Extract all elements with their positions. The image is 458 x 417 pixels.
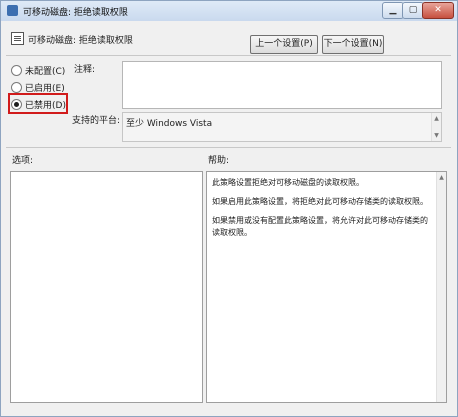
maximize-button[interactable]: ▢ xyxy=(402,2,424,19)
help-paragraph: 如果启用此策略设置，将拒绝对此可移动存储类的读取权限。 xyxy=(212,197,428,206)
separator xyxy=(6,147,451,148)
scroll-up-icon[interactable]: ▲ xyxy=(438,174,445,181)
previous-setting-button[interactable]: 上一个设置(P) xyxy=(250,35,318,54)
settings-page-icon xyxy=(11,32,24,45)
setting-title: 可移动磁盘: 拒绝读取权限 xyxy=(28,36,133,46)
platform-scrollbar[interactable]: ▲ ▼ xyxy=(431,113,441,141)
help-panel: 此策略设置拒绝对可移动磁盘的读取权限。 如果启用此策略设置，将拒绝对此可移动存储… xyxy=(206,171,447,403)
scroll-up-icon[interactable]: ▲ xyxy=(433,115,440,122)
platform-field: 至少 Windows Vista ▲ ▼ xyxy=(122,112,442,142)
window-title: 可移动磁盘: 拒绝读取权限 xyxy=(23,8,128,18)
radio-button[interactable] xyxy=(11,82,22,93)
close-button[interactable]: ✕ xyxy=(422,2,454,19)
comment-label: 注释: xyxy=(74,65,96,75)
options-label: 选项: xyxy=(12,156,34,166)
minimize-button[interactable]: ▁ xyxy=(382,2,404,19)
policy-dialog-window: 可移动磁盘: 拒绝读取权限 ▁ ▢ ✕ 可移动磁盘: 拒绝读取权限 上一个设置(… xyxy=(0,0,458,417)
highlight-annotation xyxy=(8,93,68,114)
policy-icon xyxy=(7,5,18,16)
help-paragraph: 此策略设置拒绝对可移动磁盘的读取权限。 xyxy=(212,178,364,187)
platform-label: 支持的平台: xyxy=(72,116,121,126)
title-bar[interactable]: 可移动磁盘: 拒绝读取权限 ▁ ▢ ✕ xyxy=(1,1,457,21)
separator xyxy=(6,55,451,56)
help-label: 帮助: xyxy=(208,156,230,166)
next-setting-button[interactable]: 下一个设置(N) xyxy=(322,35,384,54)
help-text: 此策略设置拒绝对可移动磁盘的读取权限。 如果启用此策略设置，将拒绝对此可移动存储… xyxy=(212,177,434,246)
platform-value: 至少 Windows Vista xyxy=(126,119,213,129)
help-scrollbar[interactable]: ▲ xyxy=(436,172,446,402)
comment-textarea[interactable] xyxy=(122,61,442,109)
help-paragraph: 如果禁用或没有配置此策略设置，将允许对此可移动存储类的读取权限。 xyxy=(212,216,428,237)
radio-button[interactable] xyxy=(11,65,22,76)
radio-label: 未配置(C) xyxy=(25,67,66,77)
options-panel xyxy=(10,171,203,403)
scroll-down-icon[interactable]: ▼ xyxy=(433,132,440,139)
